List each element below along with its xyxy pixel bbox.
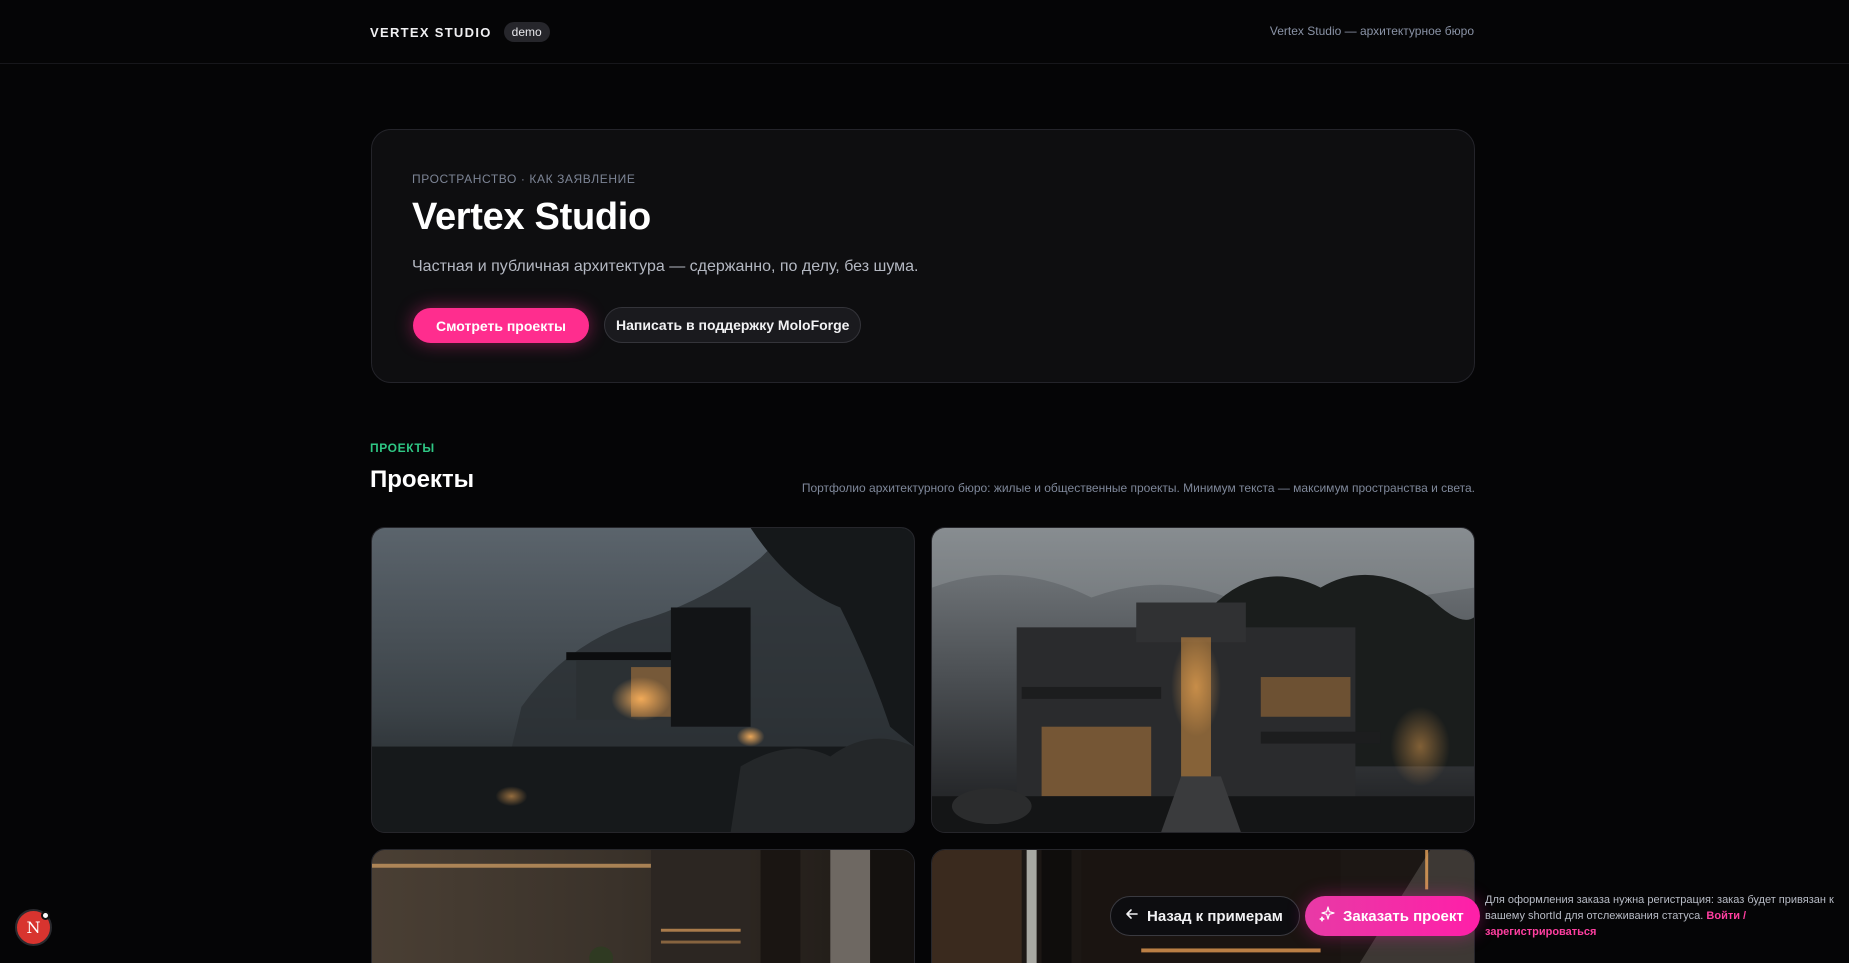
project-card-forest-house[interactable] bbox=[371, 527, 915, 833]
hero-kicker: ПРОСТРАНСТВО · КАК ЗАЯВЛЕНИЕ bbox=[412, 172, 636, 186]
order-registration-note: Для оформления заказа нужна регистрация:… bbox=[1485, 892, 1835, 940]
hero-card: ПРОСТРАНСТВО · КАК ЗАЯВЛЕНИЕ Vertex Stud… bbox=[371, 129, 1475, 383]
notification-dot bbox=[41, 911, 50, 920]
projects-title: Проекты bbox=[370, 466, 475, 493]
project-card-stone-interior[interactable] bbox=[371, 849, 915, 963]
project-image bbox=[932, 528, 1474, 832]
project-image bbox=[372, 528, 914, 832]
contact-support-button[interactable]: Написать в поддержку MoloForge bbox=[604, 307, 862, 343]
header-tagline: Vertex Studio — архитектурное бюро bbox=[1269, 24, 1474, 38]
hero-subtitle: Частная и публичная архитектура — сдержа… bbox=[412, 258, 919, 275]
nextjs-dev-indicator[interactable]: N bbox=[15, 909, 52, 946]
order-label: Заказать проект bbox=[1343, 907, 1464, 925]
projects-kicker: ПРОЕКТЫ bbox=[370, 441, 435, 455]
arrow-left-icon bbox=[1125, 907, 1139, 925]
brand-name: VERTEX STUDIO bbox=[370, 24, 492, 40]
brand[interactable]: VERTEX STUDIO demo bbox=[370, 22, 550, 42]
order-project-button[interactable]: Заказать проект bbox=[1305, 896, 1480, 936]
sparkles-icon bbox=[1319, 906, 1335, 926]
view-projects-button[interactable]: Смотреть проекты bbox=[413, 308, 590, 343]
top-bar: VERTEX STUDIO demo Vertex Studio — архит… bbox=[0, 0, 1849, 64]
note-text: Для оформления заказа нужна регистрация:… bbox=[1485, 894, 1834, 922]
back-to-examples-button[interactable]: Назад к примерам bbox=[1110, 896, 1300, 936]
demo-badge: demo bbox=[503, 22, 550, 42]
avatar-letter: N bbox=[26, 918, 41, 937]
projects-description: Портфолио архитектурного бюро: жилые и о… bbox=[801, 481, 1475, 495]
hero-title: Vertex Studio bbox=[412, 196, 651, 238]
back-label: Назад к примерам bbox=[1147, 907, 1283, 925]
project-image bbox=[372, 850, 914, 963]
project-card-concrete-villa[interactable] bbox=[931, 527, 1475, 833]
